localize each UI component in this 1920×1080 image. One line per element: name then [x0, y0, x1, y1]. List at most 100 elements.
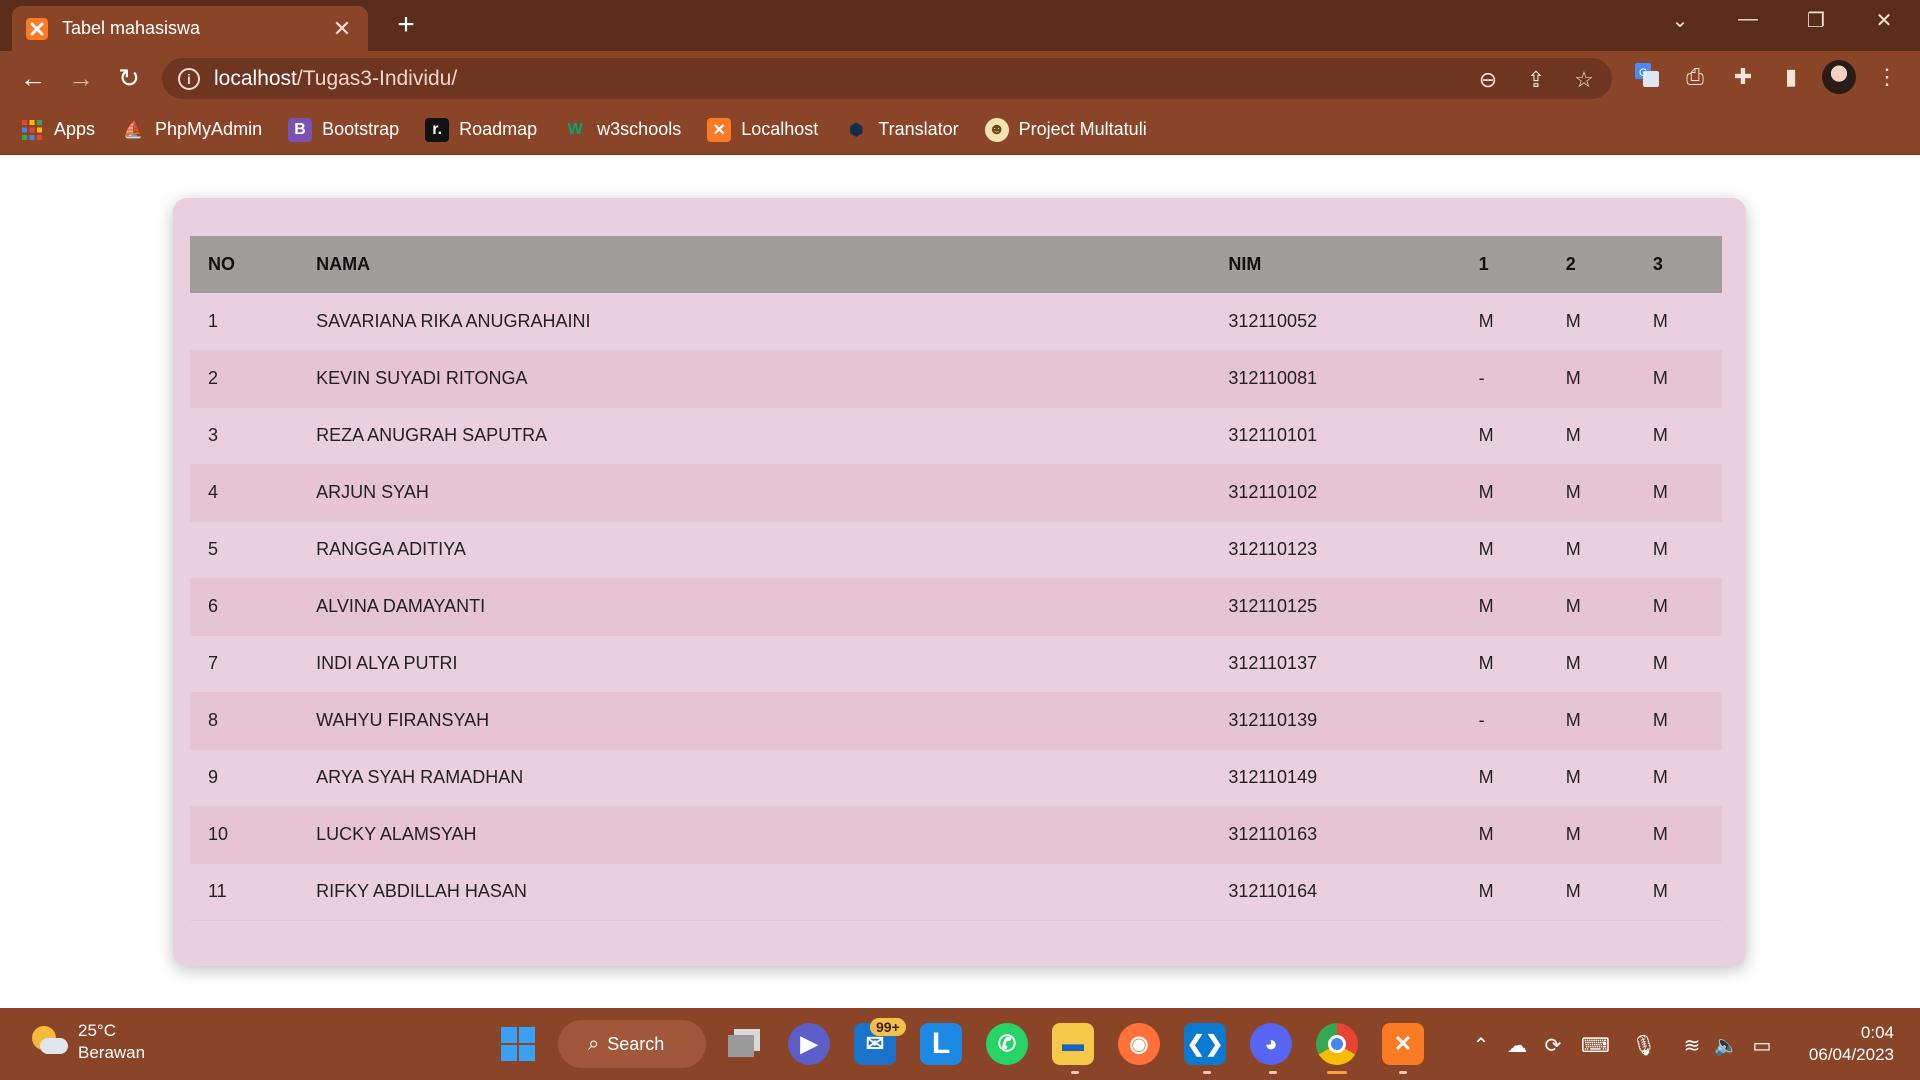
cell-no: 8 [208, 710, 219, 730]
cell-nama: SAVARIANA RIKA ANUGRAHAINI [316, 310, 591, 331]
minimize-icon[interactable]: — [1728, 8, 1768, 31]
table-row: 5 RANGGA ADITIYA 312110123 M M M [190, 521, 1722, 578]
whatsapp-icon[interactable]: ✆ [986, 1023, 1028, 1065]
cell-no: 6 [208, 596, 219, 616]
teams-chat-icon[interactable]: ▶ [788, 1023, 830, 1065]
taskbar-search-label: Search [607, 1033, 665, 1054]
firefox-icon[interactable]: ◉ [1118, 1023, 1160, 1065]
bookmark-roadmap[interactable]: r. Roadmap [425, 115, 537, 145]
bookmark-apps[interactable]: Apps [20, 115, 95, 145]
weather-widget[interactable]: 25°C Berawan [28, 1020, 145, 1064]
cell-nama: ARJUN SYAH [316, 482, 429, 502]
tray-overflow-icon[interactable]: ⌃ [1467, 1032, 1495, 1060]
onedrive-icon[interactable]: ☁ [1503, 1032, 1531, 1060]
table-row: 1 SAVARIANA RIKA ANUGRAHAINI 312110052 M… [190, 293, 1722, 350]
search-icon: ⌕ [588, 1032, 600, 1055]
clock[interactable]: 0:04 06/04/2023 [1809, 1022, 1894, 1066]
cell-meeting-1: M [1478, 653, 1494, 673]
site-info-icon[interactable]: i [178, 67, 200, 90]
cell-no: 4 [208, 482, 219, 502]
bookmark-label: Translator [878, 119, 959, 139]
cell-nim: 312110102 [1228, 482, 1318, 502]
bookmark-bootstrap[interactable]: B Bootstrap [288, 115, 399, 145]
cell-meeting-1: M [1478, 881, 1494, 901]
cell-meeting-3: M [1652, 653, 1668, 673]
bookmark-w3schools[interactable]: W w3schools [563, 115, 682, 145]
bookmark-project-multatuli[interactable]: ☻ Project Multatuli [984, 115, 1147, 145]
cell-no: 1 [208, 310, 219, 331]
file-explorer-icon[interactable]: ▬ [1052, 1023, 1094, 1065]
wifi-icon[interactable]: ≋ [1678, 1032, 1706, 1060]
task-view-icon[interactable] [724, 1023, 766, 1065]
running-indicator [1203, 1071, 1211, 1074]
cell-nim: 312110139 [1228, 710, 1318, 730]
forward-icon[interactable]: → [64, 61, 98, 95]
cell-meeting-1: M [1478, 482, 1494, 502]
cell-meeting-2: M [1565, 310, 1581, 331]
table-row: 3 REZA ANUGRAH SAPUTRA 312110101 M M M [190, 407, 1722, 464]
cell-nim: 312110125 [1228, 596, 1318, 616]
bookmark-label: PhpMyAdmin [155, 119, 263, 139]
tab-close-icon[interactable]: ✕ [330, 16, 354, 42]
cell-meeting-3: M [1652, 824, 1668, 844]
microphone-icon[interactable]: 🎙 [1630, 1032, 1658, 1060]
cell-meeting-2: M [1565, 539, 1581, 559]
battery-icon[interactable]: ▭ [1748, 1032, 1776, 1060]
header-nama: NAMA [316, 254, 371, 274]
discord-icon[interactable]: ◕ [1250, 1023, 1292, 1065]
tab-active[interactable]: Tabel mahasiswa ✕ [12, 6, 368, 51]
translator-icon: ⬢ [849, 121, 864, 139]
close-window-icon[interactable]: ✕ [1864, 8, 1904, 33]
xampp-taskbar-icon[interactable]: ✕ [1382, 1023, 1424, 1065]
bookmark-translator[interactable]: ⬢ Translator [844, 115, 958, 145]
w3schools-icon: W [567, 120, 583, 138]
xampp-icon [26, 17, 48, 40]
cell-meeting-2: M [1565, 881, 1581, 901]
more-menu-icon[interactable]: ⋮ [1872, 62, 1902, 92]
cell-nim: 312110081 [1228, 368, 1318, 388]
windows-start-icon[interactable] [497, 1023, 539, 1065]
tab-strip: Tabel mahasiswa ✕ + ⌄ — ❐ ✕ [0, 0, 1920, 51]
profile-avatar[interactable] [1822, 60, 1856, 94]
bookmark-localhost[interactable]: ✕ Localhost [707, 115, 818, 145]
cell-meeting-2: M [1565, 482, 1581, 502]
l-app-icon[interactable]: L [920, 1023, 962, 1065]
taskbar-search-button[interactable]: ⌕ Search [558, 1020, 706, 1068]
bookmark-label: Project Multatuli [1018, 119, 1147, 139]
keyboard-icon[interactable]: ⌨ [1581, 1032, 1610, 1060]
xampp-icon: ✕ [707, 117, 732, 142]
chrome-icon[interactable] [1316, 1023, 1358, 1065]
cell-meeting-3: M [1652, 881, 1668, 901]
bootstrap-icon: B [288, 117, 313, 142]
roadmap-icon: r. [425, 117, 450, 142]
side-panel-icon[interactable]: ▮ [1776, 62, 1806, 92]
table-row: 8 WAHYU FIRANSYAH 312110139 - M M [190, 692, 1722, 749]
back-icon[interactable]: ← [16, 61, 50, 95]
cell-meeting-1: - [1478, 368, 1485, 388]
extensions-icon[interactable]: ✚ [1728, 62, 1758, 92]
cast-icon[interactable]: ⎙ [1680, 62, 1710, 92]
volume-icon[interactable]: 🔈 [1712, 1032, 1740, 1060]
cell-meeting-2: M [1565, 710, 1581, 730]
tab-search-icon[interactable]: ⌄ [1660, 8, 1700, 33]
weather-partly-cloudy-icon [28, 1022, 68, 1062]
table-row: 4 ARJUN SYAH 312110102 M M M [190, 464, 1722, 521]
restore-icon[interactable]: ❐ [1796, 8, 1836, 33]
weather-temp: 25°C [78, 1021, 116, 1040]
cell-meeting-1: M [1478, 596, 1494, 616]
bookmark-star-icon[interactable]: ☆ [1570, 66, 1598, 94]
cell-nama: RIFKY ABDILLAH HASAN [316, 881, 527, 901]
google-translate-icon[interactable]: G [1632, 62, 1662, 92]
cell-meeting-1: - [1478, 710, 1485, 730]
zoom-icon[interactable]: ⊖ [1474, 66, 1502, 94]
share-icon[interactable]: ⇪ [1522, 66, 1550, 94]
reload-icon[interactable]: ↻ [112, 61, 146, 95]
svg-text:G: G [1639, 67, 1648, 79]
sync-icon[interactable]: ⟳ [1539, 1032, 1567, 1060]
new-tab-button[interactable]: + [390, 10, 422, 42]
cell-nim: 312110101 [1228, 425, 1318, 445]
vscode-icon[interactable]: ❮❯ [1184, 1023, 1226, 1065]
cell-meeting-2: M [1565, 767, 1581, 787]
address-bar[interactable]: i localhost/Tugas3-Individu/ ⊖ ⇪ ☆ [162, 58, 1612, 99]
bookmark-phpmyadmin[interactable]: ⛵ PhpMyAdmin [121, 115, 262, 145]
